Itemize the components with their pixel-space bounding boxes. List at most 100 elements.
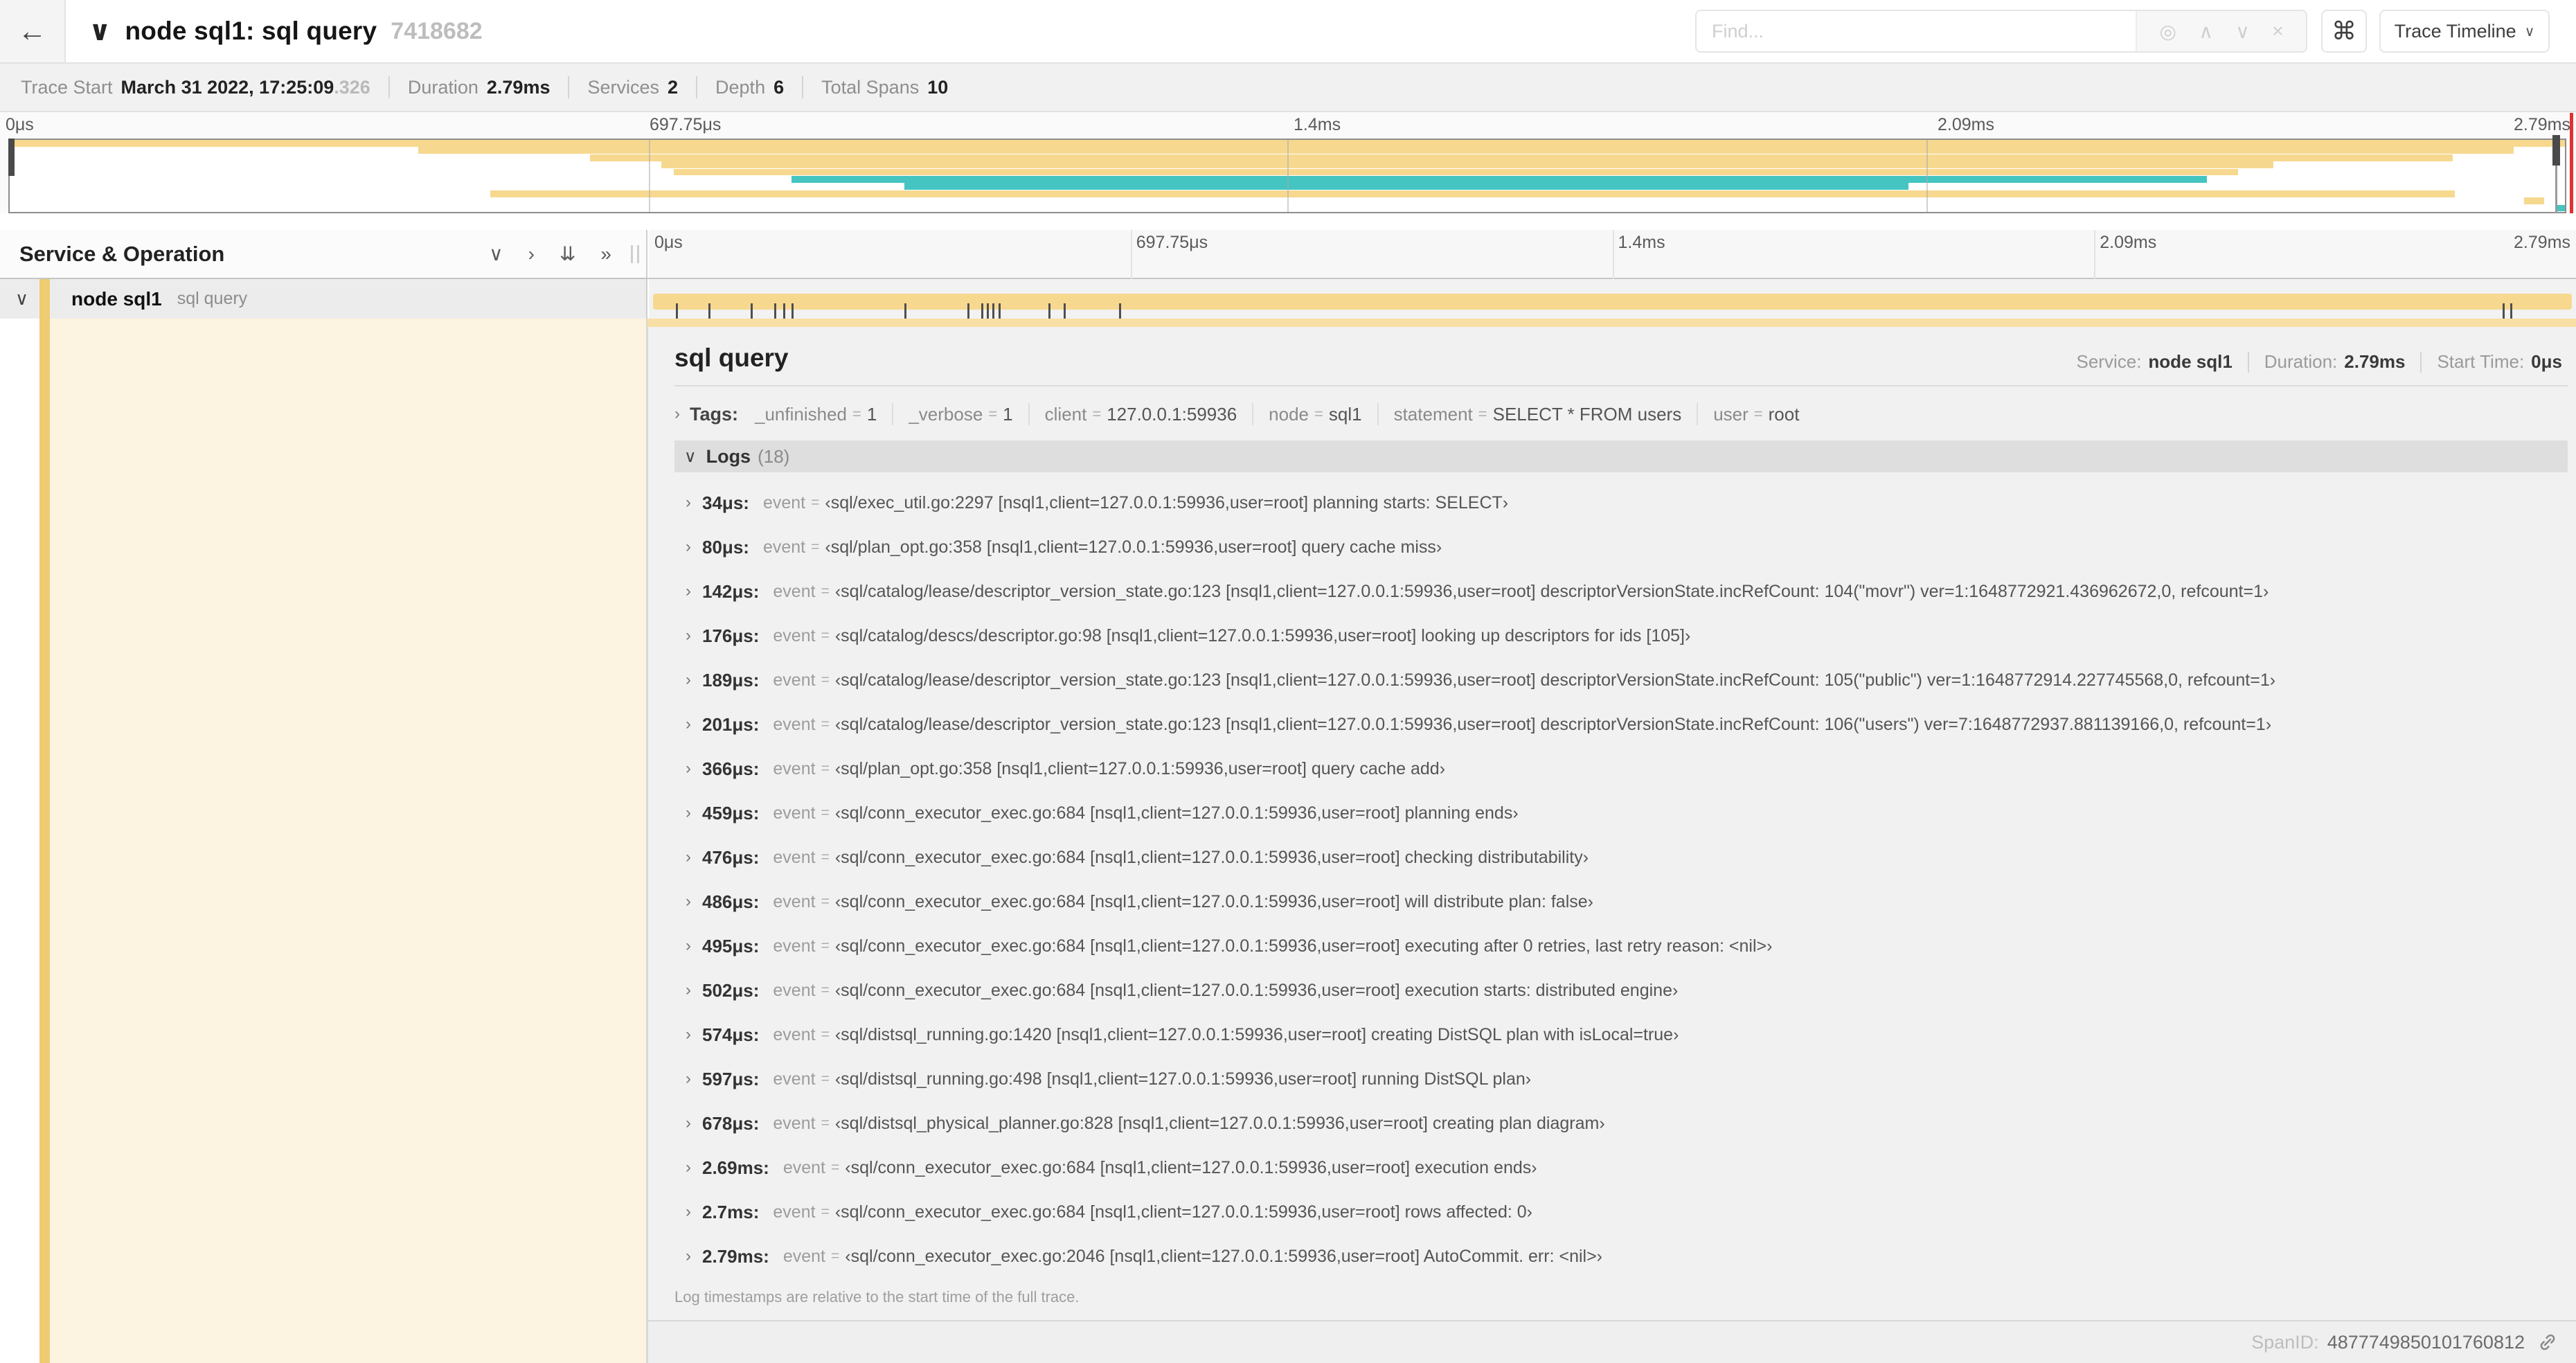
log-row[interactable]: › 189μs: event = ‹sql/catalog/lease/descript… <box>674 658 2568 702</box>
log-row[interactable]: › 201μs: event = ‹sql/catalog/lease/descript… <box>674 702 2568 747</box>
minimap-span <box>674 168 2238 176</box>
log-row[interactable]: › 574μs: event = ‹sql/distsql_running.go:142… <box>674 1013 2568 1057</box>
logs-section-header[interactable]: ∨ Logs (18) <box>674 440 2568 472</box>
expand-one-icon[interactable]: › <box>528 244 535 264</box>
chevron-right-icon: › <box>686 537 691 556</box>
log-field-key: event <box>773 670 816 690</box>
log-row[interactable]: › 476μs: event = ‹sql/conn_executor_exec.go:… <box>674 835 2568 880</box>
minimap-gridline <box>1926 140 1928 212</box>
equals-sign: = <box>1092 405 1102 422</box>
log-timestamp: 366μs: <box>702 758 760 779</box>
timeline-tick-label: 0μs <box>654 233 683 252</box>
log-field-key: event <box>782 1157 826 1177</box>
log-row[interactable]: › 34μs: event = ‹sql/exec_util.go:2297 [nsql… <box>674 481 2568 525</box>
clear-search-icon[interactable]: × <box>2272 20 2283 42</box>
view-selector-button[interactable]: Trace Timeline ∨ <box>2379 10 2550 53</box>
equals-sign: = <box>831 1159 840 1175</box>
minimap-left-scrubber[interactable] <box>8 139 15 176</box>
log-field-key: event <box>773 803 816 823</box>
services-value: 2 <box>668 76 679 98</box>
separator <box>1697 403 1699 425</box>
log-field-key: event <box>773 581 816 601</box>
log-field-key: event <box>773 1069 816 1089</box>
log-row[interactable]: › 2.79ms: event = ‹sql/conn_executor_exec.go… <box>674 1234 2568 1279</box>
log-row[interactable]: › 486μs: event = ‹sql/conn_executor_exec.go:… <box>674 880 2568 924</box>
service-value: node sql1 <box>2148 351 2233 372</box>
log-row[interactable]: › 366μs: event = ‹sql/plan_opt.go:358 [nsql1… <box>674 747 2568 791</box>
equals-sign: = <box>821 982 830 998</box>
chevron-right-icon: › <box>686 936 691 955</box>
equals-sign: = <box>821 760 830 776</box>
total-spans-value: 10 <box>927 76 949 98</box>
equals-sign: = <box>821 716 830 732</box>
view-selector-label: Trace Timeline <box>2394 20 2516 42</box>
log-row[interactable]: › 495μs: event = ‹sql/conn_executor_exec.go:… <box>674 924 2568 968</box>
next-result-icon[interactable]: ∨ <box>2235 20 2250 43</box>
back-button[interactable]: ← <box>0 0 66 62</box>
separator <box>1252 403 1254 425</box>
equals-sign: = <box>821 583 830 599</box>
log-timestamp: 678μs: <box>702 1112 760 1134</box>
tag-item[interactable]: _unfinished = 1 <box>755 404 877 425</box>
chevron-down-icon[interactable]: ∨ <box>15 288 28 310</box>
minimap-cursor-line <box>2570 113 2573 213</box>
tag-item[interactable]: node = sql1 <box>1269 404 1361 425</box>
equals-sign: = <box>821 627 830 643</box>
log-row[interactable]: › 80μs: event = ‹sql/plan_opt.go:358 [nsql1,… <box>674 525 2568 569</box>
log-field-value: ‹sql/exec_util.go:2297 [nsql1,client=127… <box>825 492 1509 513</box>
service-operation-header: Service & Operation ∨ › ⇊ » <box>0 230 647 278</box>
find-input[interactable] <box>1697 11 2136 51</box>
log-timestamp: 597μs: <box>702 1068 760 1089</box>
log-timestamp: 574μs: <box>702 1024 760 1045</box>
collapse-all-icon[interactable]: ⇊ <box>560 244 575 264</box>
minimap-right-scrubber-line <box>2555 166 2557 213</box>
chevron-right-icon: › <box>674 404 680 423</box>
chevron-right-icon: › <box>686 1069 691 1088</box>
duration-label: Duration: <box>2264 351 2338 372</box>
log-timestamp: 459μs: <box>702 802 760 823</box>
log-row[interactable]: › 2.7ms: event = ‹sql/conn_executor_exec.go:… <box>674 1190 2568 1234</box>
log-row[interactable]: › 142μs: event = ‹sql/catalog/lease/descript… <box>674 569 2568 614</box>
log-row[interactable]: › 176μs: event = ‹sql/catalog/descs/descript… <box>674 614 2568 658</box>
link-icon[interactable] <box>2536 1330 2559 1354</box>
tag-key: client <box>1044 403 1087 425</box>
span-id-value: 4877749850101760812 <box>2327 1331 2525 1353</box>
timeline-tick-label: 2.09ms <box>2100 233 2157 252</box>
tag-item[interactable]: statement = SELECT * FROM users <box>1394 404 1682 425</box>
equals-sign: = <box>1478 405 1487 422</box>
minimap-right-scrubber[interactable] <box>2552 135 2560 166</box>
collapse-one-icon[interactable]: ∨ <box>489 244 503 264</box>
minimap-canvas[interactable] <box>8 139 2566 213</box>
column-resizer-grip[interactable] <box>631 244 639 263</box>
tags-section[interactable]: › Tags: _unfinished = 1 _verbose = 1 client = 12… <box>674 398 2568 431</box>
log-timestamp: 142μs: <box>702 580 760 602</box>
span-duration-bar[interactable] <box>653 294 2572 330</box>
tag-item[interactable]: client = 127.0.0.1:59936 <box>1045 404 1237 425</box>
log-row[interactable]: › 597μs: event = ‹sql/distsql_running.go:498… <box>674 1057 2568 1101</box>
log-row[interactable]: › 459μs: event = ‹sql/conn_executor_exec.go:… <box>674 791 2568 835</box>
span-row-timeline-cell[interactable] <box>649 279 2576 330</box>
log-row[interactable]: › 2.69ms: event = ‹sql/conn_executor_exec.go… <box>674 1146 2568 1190</box>
trace-summary-bar: Trace Start March 31 2022, 17:25:09 .326… <box>0 62 2576 112</box>
log-field-key: event <box>773 891 816 911</box>
log-timestamp: 2.79ms: <box>702 1245 769 1267</box>
separator <box>696 76 698 98</box>
logs-count: (18) <box>758 445 790 467</box>
start-time-label: Start Time: <box>2437 351 2525 372</box>
span-row-name-cell[interactable]: ∨ node sql1 sql query <box>0 279 647 319</box>
minimap-ruler: 0μs 697.75μs 1.4ms 2.09ms 2.79ms <box>0 112 2576 139</box>
log-row[interactable]: › 678μs: event = ‹sql/distsql_physical_plann… <box>674 1101 2568 1146</box>
timeline-tick-label: 697.75μs <box>1136 233 1208 252</box>
keyboard-shortcuts-button[interactable]: ⌘ <box>2321 10 2367 53</box>
prev-result-icon[interactable]: ∧ <box>2199 20 2213 43</box>
find-box: ◎ ∧ ∨ × <box>1695 10 2307 53</box>
tag-item[interactable]: user = root <box>1713 404 1799 425</box>
locate-icon[interactable]: ◎ <box>2159 20 2176 43</box>
tag-item[interactable]: _verbose = 1 <box>909 404 1012 425</box>
log-field-value: ‹sql/conn_executor_exec.go:684 [nsql1,cl… <box>845 1157 1537 1177</box>
equals-sign: = <box>821 893 830 909</box>
minimap-span <box>589 154 2453 161</box>
expand-all-icon[interactable]: » <box>600 244 611 264</box>
log-row[interactable]: › 502μs: event = ‹sql/conn_executor_exec.go:… <box>674 968 2568 1013</box>
collapse-all-icon[interactable]: ∨ <box>89 17 111 45</box>
